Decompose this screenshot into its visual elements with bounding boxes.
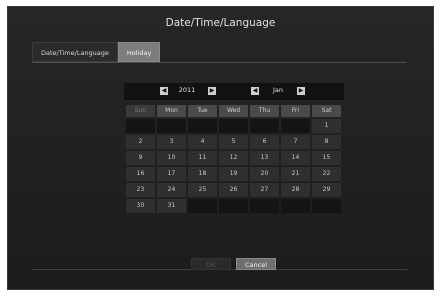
calendar-day-cell[interactable]: 27 — [250, 183, 279, 197]
chevron-right-icon: ▶ — [298, 87, 304, 94]
calendar-day-cell — [250, 199, 279, 213]
calendar-day-cell[interactable]: 17 — [157, 167, 186, 181]
prev-month-button[interactable]: ◀ — [251, 87, 259, 95]
weekday-header: Mon — [157, 105, 186, 117]
calendar-day-cell[interactable]: 30 — [126, 199, 155, 213]
calendar-nav: ◀ 2011 ▶ ◀ Jan ▶ — [124, 83, 344, 100]
calendar-day-cell[interactable]: 28 — [281, 183, 310, 197]
calendar-day-cell — [219, 199, 248, 213]
calendar-day-cell[interactable]: 11 — [188, 151, 217, 165]
holiday-settings-dialog: Date/Time/Language Date/Time/Language Ho… — [7, 6, 434, 290]
calendar-grid: Sun Mon Tue Wed Thu Fri Sat 1 2 3 4 5 6 … — [124, 105, 344, 213]
weekday-header: Wed — [219, 105, 248, 117]
weekday-header: Tue — [188, 105, 217, 117]
calendar-day-cell[interactable]: 6 — [250, 135, 279, 149]
calendar-day-cell[interactable]: 21 — [281, 167, 310, 181]
calendar-day-cell[interactable]: 22 — [312, 167, 341, 181]
calendar-day-cell[interactable]: 3 — [157, 135, 186, 149]
calendar-day-cell[interactable]: 14 — [281, 151, 310, 165]
calendar-day-cell[interactable]: 19 — [219, 167, 248, 181]
calendar-day-cell[interactable]: 15 — [312, 151, 341, 165]
calendar-day-cell — [126, 119, 155, 133]
calendar-day-cell[interactable]: 9 — [126, 151, 155, 165]
month-value: Jan — [272, 86, 284, 94]
tab-holiday[interactable]: Holiday — [117, 42, 161, 62]
holiday-calendar: ◀ 2011 ▶ ◀ Jan ▶ Sun Mon Tue Wed Thu Fri… — [124, 83, 344, 213]
tab-divider — [32, 62, 407, 63]
tab-bar: Date/Time/Language Holiday — [32, 42, 161, 62]
calendar-day-cell[interactable]: 4 — [188, 135, 217, 149]
weekday-header: Fri — [281, 105, 310, 117]
calendar-day-cell[interactable]: 24 — [157, 183, 186, 197]
calendar-day-cell[interactable]: 29 — [312, 183, 341, 197]
calendar-day-cell — [281, 199, 310, 213]
calendar-day-cell[interactable]: 18 — [188, 167, 217, 181]
calendar-day-cell — [188, 199, 217, 213]
chevron-right-icon: ▶ — [209, 87, 215, 94]
calendar-day-cell[interactable]: 13 — [250, 151, 279, 165]
tab-date-time-language[interactable]: Date/Time/Language — [32, 42, 118, 62]
calendar-day-cell[interactable]: 10 — [157, 151, 186, 165]
weekday-header: Sun — [126, 105, 155, 117]
next-year-button[interactable]: ▶ — [208, 87, 216, 95]
calendar-day-cell — [219, 119, 248, 133]
calendar-day-cell — [157, 119, 186, 133]
calendar-day-cell[interactable]: 23 — [126, 183, 155, 197]
weekday-header: Sat — [312, 105, 341, 117]
calendar-day-cell[interactable]: 20 — [250, 167, 279, 181]
ok-button[interactable]: OK — [191, 258, 231, 270]
calendar-day-cell[interactable]: 2 — [126, 135, 155, 149]
calendar-day-cell[interactable]: 12 — [219, 151, 248, 165]
chevron-left-icon: ◀ — [252, 87, 258, 94]
calendar-day-cell — [188, 119, 217, 133]
year-value: 2011 — [178, 86, 196, 94]
calendar-day-cell[interactable]: 25 — [188, 183, 217, 197]
calendar-day-cell[interactable]: 8 — [312, 135, 341, 149]
weekday-header: Thu — [250, 105, 279, 117]
calendar-day-cell[interactable]: 31 — [157, 199, 186, 213]
chevron-left-icon: ◀ — [161, 87, 167, 94]
calendar-day-cell[interactable]: 26 — [219, 183, 248, 197]
prev-year-button[interactable]: ◀ — [160, 87, 168, 95]
calendar-day-cell[interactable]: 1 — [312, 119, 341, 133]
calendar-day-cell[interactable]: 16 — [126, 167, 155, 181]
calendar-day-cell[interactable]: 7 — [281, 135, 310, 149]
next-month-button[interactable]: ▶ — [297, 87, 305, 95]
calendar-day-cell[interactable]: 5 — [219, 135, 248, 149]
cancel-button[interactable]: Cancel — [236, 258, 276, 270]
calendar-day-cell — [281, 119, 310, 133]
calendar-day-cell — [250, 119, 279, 133]
dialog-title: Date/Time/Language — [165, 17, 276, 29]
calendar-day-cell — [312, 199, 341, 213]
